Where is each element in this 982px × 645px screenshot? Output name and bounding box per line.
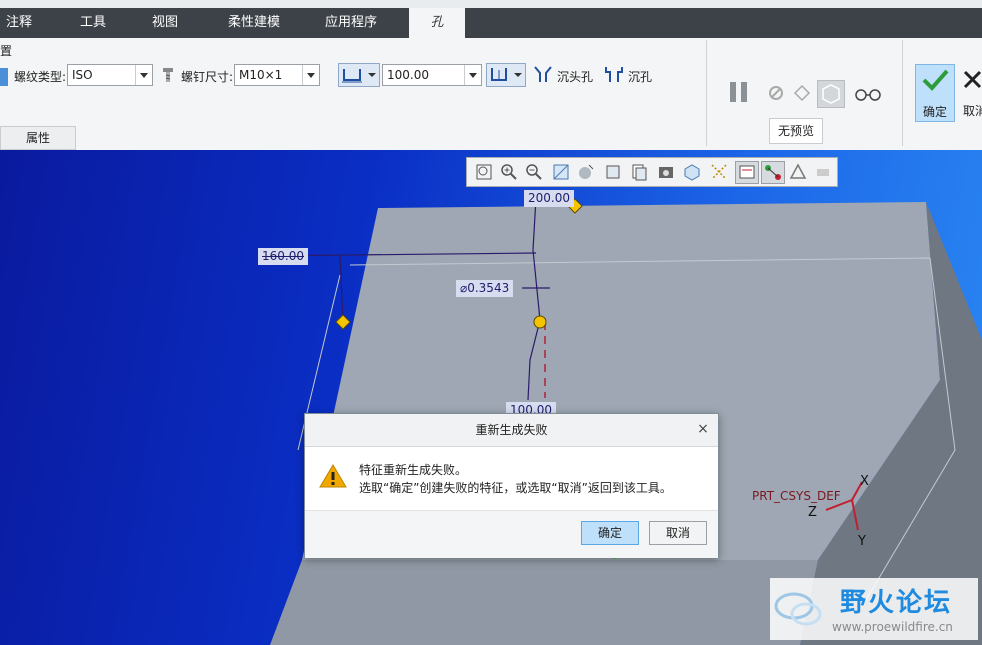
zoom-out-icon[interactable]: [525, 163, 543, 181]
title-strip: [0, 0, 982, 8]
verify-model-icon[interactable]: [792, 83, 812, 103]
separator: [706, 40, 707, 146]
refit-icon[interactable]: [475, 163, 493, 181]
counterbore-icon[interactable]: [605, 65, 623, 83]
zoom-in-icon[interactable]: [500, 163, 518, 181]
diameter-dimension[interactable]: ⌀0.3543: [456, 280, 514, 297]
properties-tab[interactable]: 属性: [0, 126, 76, 150]
depth-value: 100.00: [387, 68, 429, 82]
close-icon[interactable]: ×: [696, 422, 710, 436]
tab-view[interactable]: 视图: [152, 8, 178, 38]
view-toolbar: [466, 157, 838, 187]
chevron-down-icon[interactable]: [302, 65, 319, 85]
no-preview-label[interactable]: 无预览: [769, 118, 823, 144]
tab-hole[interactable]: 孔: [409, 8, 465, 38]
countersink-icon[interactable]: [534, 65, 552, 83]
thread-hole-icon: [491, 68, 522, 81]
part-front-face: [270, 560, 818, 645]
dialog-cancel-button[interactable]: 取消: [649, 521, 707, 545]
dialog-message-line2: 选取“确定”创建失败的特征，或选取“取消”返回到该工具。: [359, 481, 672, 495]
csys-label: PRT_CSYS_DEF: [752, 489, 841, 503]
watermark-logo-icon: [774, 592, 822, 626]
named-views-icon[interactable]: [814, 163, 832, 181]
csys-z-label: Z: [808, 505, 817, 520]
hole-ribbon: 置 螺纹类型: ISO 螺钉尺寸: M10×1 100.00 沉头孔 沉孔 无预…: [0, 38, 982, 151]
ribbon-ok-label: 确定: [922, 105, 947, 119]
tab-flexible-modeling[interactable]: 柔性建模: [228, 8, 280, 38]
orientation-icon[interactable]: [577, 163, 595, 181]
checkmark-icon: [922, 69, 949, 91]
dimension-200[interactable]: 200.00: [524, 190, 574, 207]
thread-icon: [0, 68, 8, 86]
blind-depth-icon: [342, 69, 376, 83]
regen-failure-dialog: 重新生成失败 × 特征重新生成失败。 选取“确定”创建失败的特征，或选取“取消”…: [304, 413, 719, 558]
dialog-ok-button[interactable]: 确定: [581, 521, 639, 545]
thread-type-select[interactable]: ISO: [67, 64, 153, 86]
thread-type-value: ISO: [72, 68, 93, 82]
feature-preview-icon: [822, 84, 840, 104]
chevron-down-icon[interactable]: [135, 65, 152, 85]
spin-center-button[interactable]: [761, 161, 785, 184]
thread-type-label: 螺纹类型:: [14, 70, 67, 84]
annotation-display-button[interactable]: [735, 161, 759, 184]
pause-icon[interactable]: [727, 80, 751, 104]
perspective-icon[interactable]: [657, 163, 675, 181]
glasses-icon[interactable]: [854, 85, 882, 103]
close-icon: [963, 70, 982, 89]
screw-size-select[interactable]: M10×1: [234, 64, 320, 86]
warning-icon: [319, 464, 347, 488]
tab-tools[interactable]: 工具: [80, 8, 106, 38]
drag-handle[interactable]: [335, 314, 351, 330]
spin-center-icon: [765, 165, 781, 180]
dimension-line: [339, 255, 344, 323]
dimension-160[interactable]: 160.00: [258, 248, 308, 265]
dialog-footer: 确定 取消: [305, 510, 718, 558]
ribbon-cancel-label: 取消: [963, 104, 982, 118]
dialog-message-line1: 特征重新生成失败。: [359, 463, 468, 477]
depth-option-button[interactable]: [338, 63, 380, 87]
display-style-icon[interactable]: [683, 163, 701, 181]
watermark-url: www.proewildfire.cn: [832, 620, 953, 634]
annotation-display-icon: [739, 165, 755, 179]
ribbon-ok-button[interactable]: 确定: [915, 64, 955, 122]
screw-icon: [163, 68, 173, 82]
counterbore-label[interactable]: 沉孔: [628, 68, 652, 85]
saved-views-icon[interactable]: [604, 163, 622, 181]
thread-depth-button[interactable]: [486, 63, 526, 87]
chevron-down-icon[interactable]: [464, 65, 481, 85]
view-manager-icon[interactable]: [630, 163, 648, 181]
datum-display-icon[interactable]: [710, 163, 728, 181]
hole-placement-handle[interactable]: [533, 315, 547, 329]
tab-annotate[interactable]: 注释: [6, 8, 32, 38]
part-model: [257, 197, 982, 645]
dialog-title: 重新生成失败: [305, 414, 718, 447]
separator: [902, 40, 903, 146]
screw-size-value: M10×1: [239, 68, 283, 82]
repaint-icon[interactable]: [552, 163, 570, 181]
ribbon-tab-bar: 注释 工具 视图 柔性建模 应用程序 孔: [0, 8, 982, 38]
countersink-label[interactable]: 沉头孔: [557, 68, 593, 85]
watermark: 野火论坛 www.proewildfire.cn: [770, 578, 978, 640]
screw-size-label: 螺钉尺寸:: [181, 70, 234, 84]
depth-value-input[interactable]: 100.00: [382, 64, 482, 86]
watermark-title: 野火论坛: [840, 588, 953, 618]
section-label: 置: [0, 44, 13, 58]
csys-x-label: X: [860, 474, 869, 489]
preview-toggle-button[interactable]: [817, 80, 845, 108]
csys-y-label: Y: [858, 534, 866, 549]
graphics-window[interactable]: 200.00 160.00 ⌀0.3543 100.00 PRT_CSYS_DE…: [0, 150, 982, 645]
sketch-view-icon[interactable]: [789, 163, 807, 181]
no-entry-icon[interactable]: [767, 84, 785, 102]
tab-applications[interactable]: 应用程序: [325, 8, 377, 38]
ribbon-cancel-button[interactable]: 取消: [960, 64, 982, 122]
